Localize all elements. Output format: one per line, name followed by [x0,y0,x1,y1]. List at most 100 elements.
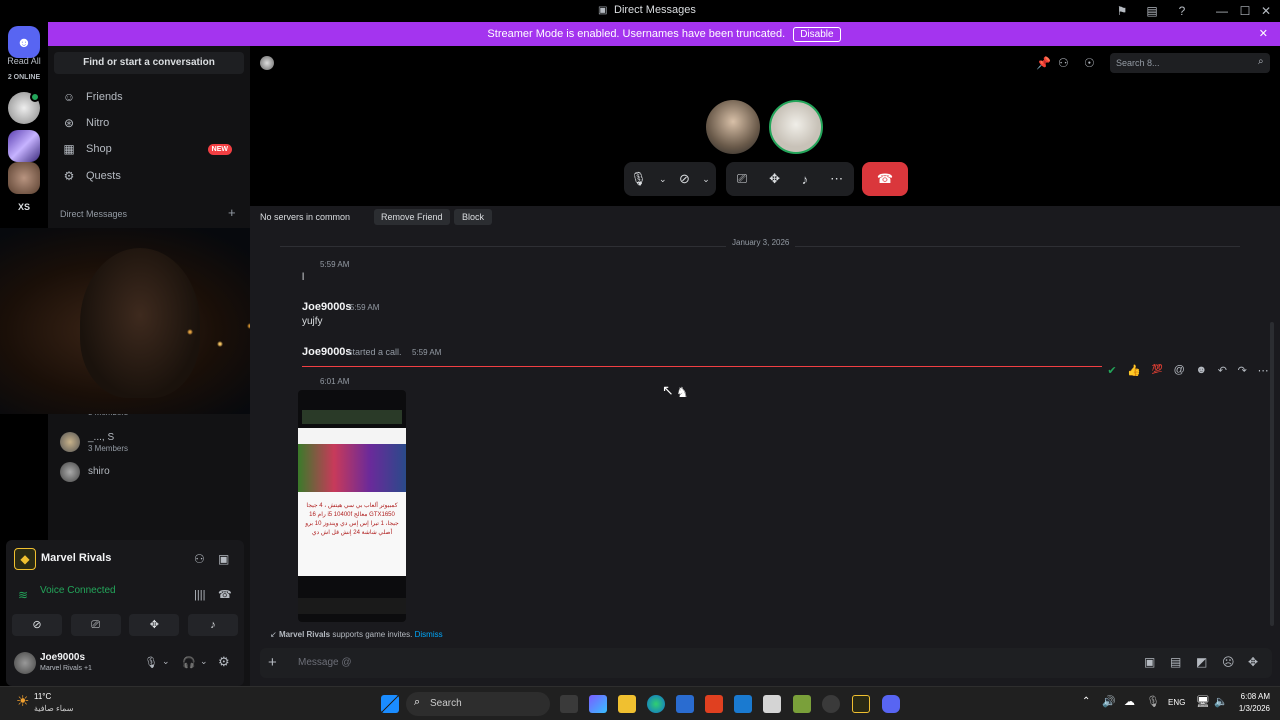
nav-nitro[interactable]: ⊛ Nitro [56,110,242,136]
minimize-icon[interactable]: — [1214,3,1230,19]
message-author[interactable]: Joe9000s [302,301,352,313]
find-conversation-button[interactable]: Find or start a conversation [54,52,244,74]
weather-icon[interactable]: ☀ [16,692,29,710]
server-icon-1[interactable] [8,130,40,162]
discord-home-button[interactable]: ☻ [8,26,40,58]
noise-suppression-icon[interactable]: |||| [194,589,205,601]
mailbox-icon[interactable]: ▤ [1144,3,1160,19]
gift-icon[interactable]: ▣ [1144,655,1155,669]
voice-status[interactable]: Voice Connected [40,585,116,596]
chevron-up-icon[interactable]: ⌃ [1082,696,1090,707]
hangup-button[interactable]: ☎ [862,162,908,196]
screenshare-button[interactable]: ⎚ [70,614,121,636]
thumbs-up-icon[interactable]: 👍 [1127,364,1141,382]
screenshare-icon[interactable]: ⎚ [737,171,747,187]
help-icon[interactable]: ? [1174,3,1190,19]
webcam-overlay[interactable] [0,228,277,414]
message-input[interactable]: Message @ [298,657,352,668]
attach-plus-icon[interactable]: + [268,654,277,671]
app-icon-2[interactable] [793,695,811,713]
username[interactable]: Joe9000s [40,652,85,663]
soundboard-icon[interactable]: ♪ [802,172,809,187]
maximize-icon[interactable]: ☐ [1237,3,1253,19]
profile-icon[interactable]: ☉ [1084,56,1095,70]
mic-control[interactable]: 🎙 ⌄ ⊘ ⌄ [624,162,716,196]
marvel-rivals-task-icon[interactable] [852,695,870,713]
group-avatar[interactable] [60,432,80,452]
dm-item-2-name[interactable]: _..., S [88,432,114,443]
edge-icon[interactable] [647,695,665,713]
chevron-down-icon[interactable]: ⌄ [659,174,667,185]
activity-icon[interactable]: ▣ [218,552,229,566]
cloud-icon[interactable]: ☁ [1124,695,1135,708]
read-all-button[interactable]: Read All [0,56,48,66]
microphone-icon[interactable]: 🎙 [144,656,158,669]
clock-date[interactable]: 1/3/2026 [1228,704,1270,713]
more-options-icon[interactable]: ⋯ [1258,364,1269,382]
brave-icon[interactable] [705,695,723,713]
recipient-avatar[interactable] [260,56,274,70]
close-window-icon[interactable]: ✕ [1258,3,1274,19]
new-dm-icon[interactable]: + [228,205,236,220]
disconnect-icon[interactable]: ☎ [218,588,232,601]
call-participant-2[interactable] [769,100,823,154]
clock-time[interactable]: 6:08 AM [1232,692,1270,701]
weather-temp[interactable]: 11°C [34,692,51,701]
apps-icon[interactable]: ✥ [1248,655,1258,669]
hundred-icon[interactable]: 💯 [1152,364,1163,382]
block-button[interactable]: Block [454,209,493,225]
language-indicator[interactable]: ENG [1168,698,1185,707]
volume-icon[interactable]: 🔈 [1214,695,1228,708]
inbox-icon[interactable]: ⚑ [1114,3,1130,19]
reply-icon[interactable]: ↶ [1218,364,1227,382]
more-icon[interactable]: ⋯ [830,171,843,187]
shiro-avatar[interactable] [60,462,80,482]
camera-off-icon[interactable]: ⊘ [679,171,690,187]
pin-icon[interactable]: 📌 [1036,56,1051,70]
microphone-icon[interactable]: 🎙 [630,171,647,187]
remove-friend-button[interactable]: Remove Friend [374,209,450,225]
user-avatar[interactable] [14,652,36,674]
server-xs[interactable]: XS [0,202,48,212]
dm-item-shiro[interactable]: shiro [88,466,110,477]
gif-icon[interactable]: ▤ [1170,655,1181,669]
dismiss-link[interactable]: Dismiss [415,630,443,639]
call-author[interactable]: Joe9000s [302,346,352,358]
start-button[interactable] [381,695,399,713]
forward-icon[interactable]: ↷ [1238,364,1247,382]
file-explorer-icon[interactable] [618,695,636,713]
nav-quests[interactable]: ⚙ Quests [56,163,242,189]
taskbar-search[interactable]: ⌕ Search [406,692,550,716]
copilot-icon[interactable] [589,695,607,713]
store-icon[interactable] [676,695,694,713]
app-icon-1[interactable] [763,695,781,713]
steam-icon[interactable] [822,695,840,713]
mail-icon[interactable] [734,695,752,713]
discord-task-icon[interactable] [882,695,900,713]
chat-scrollbar[interactable] [1270,322,1274,626]
headphones-icon[interactable]: 🎧 [182,656,196,669]
soundboard-button[interactable]: ♪ [187,614,238,636]
check-reaction-icon[interactable]: ✔ [1107,364,1116,382]
task-view-icon[interactable] [560,695,578,713]
emoji-icon[interactable]: ☹ [1222,655,1235,669]
chevron-down-icon[interactable]: ⌄ [702,174,710,185]
speaker-icon[interactable]: 🔊 [1102,695,1116,708]
activities-icon[interactable]: ✥ [769,171,780,187]
server-icon-2[interactable] [8,162,40,194]
nav-shop[interactable]: ▦ Shop NEW [56,136,242,162]
mention-icon[interactable]: @ [1174,364,1185,382]
invite-icon[interactable]: ⚇ [194,552,205,566]
activities-button[interactable]: ✥ [129,614,180,636]
disable-streamer-button[interactable]: Disable [793,26,841,42]
camera-button[interactable]: ⊘ [12,614,62,636]
chevron-down-icon[interactable]: ⌄ [200,656,208,667]
network-icon[interactable]: 🖥 [1196,695,1210,708]
search-input[interactable]: Search 8... [1110,53,1270,73]
image-attachment[interactable]: كمبيوتر ألعاب بي سي هيتش ، 4 جيجا GTX165… [298,390,406,622]
close-banner-icon[interactable]: ✕ [1259,27,1268,40]
chevron-down-icon[interactable]: ⌄ [162,656,170,667]
add-friends-icon[interactable]: ⚇ [1058,56,1069,70]
call-participant-1[interactable] [706,100,760,154]
add-reaction-icon[interactable]: ☻ [1195,364,1207,382]
